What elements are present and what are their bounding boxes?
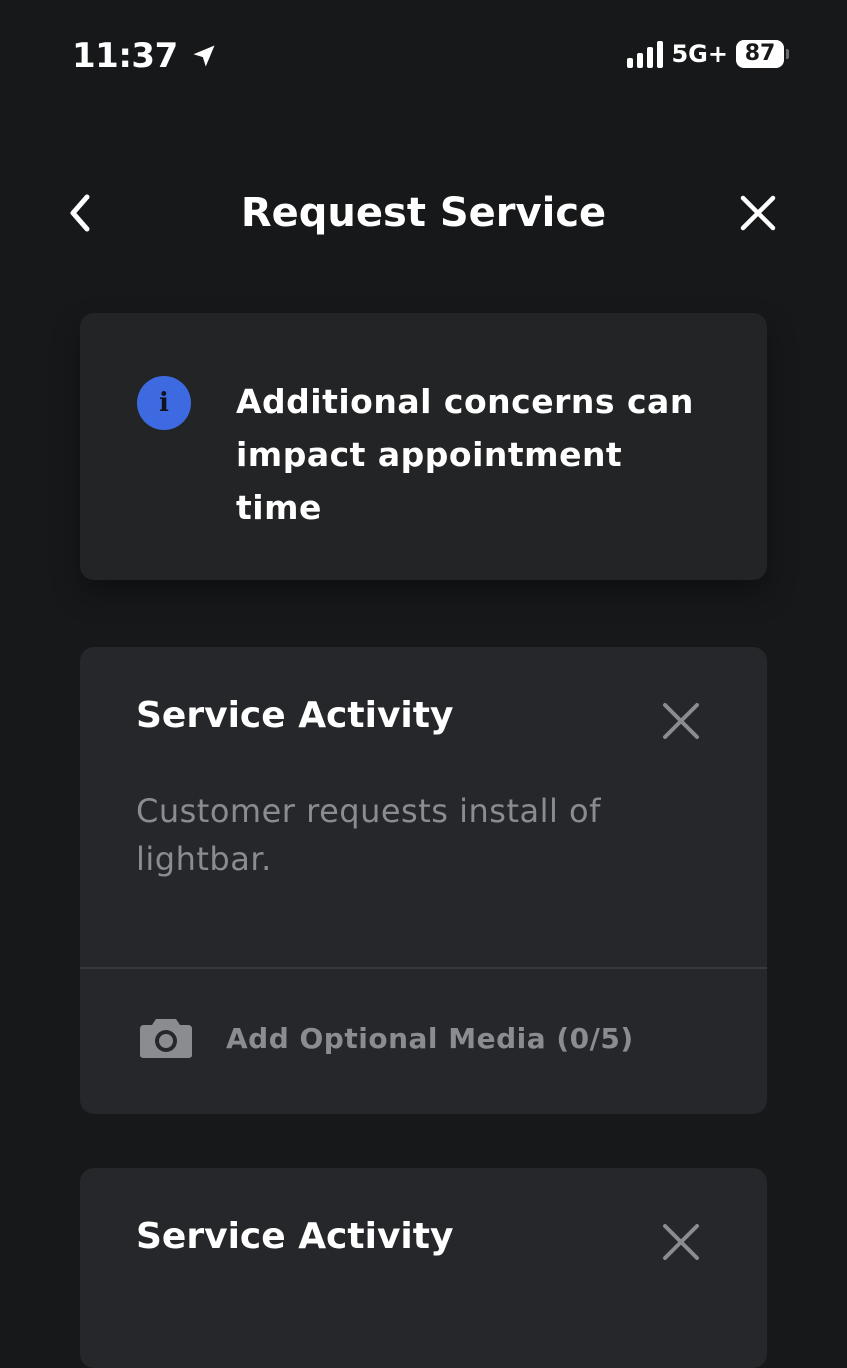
signal-icon — [627, 40, 664, 68]
network-type: 5G+ — [671, 40, 728, 68]
close-icon — [663, 703, 699, 739]
status-indicators: 5G+ 87 — [627, 40, 789, 68]
add-media-button[interactable]: Add Optional Media (0/5) — [138, 1017, 634, 1059]
status-bar: 11:37 5G+ 87 — [0, 0, 847, 110]
close-button[interactable] — [735, 190, 781, 236]
service-activity-description[interactable]: Customer requests install of lightbar. — [136, 787, 696, 883]
service-activity-title: Service Activity — [136, 695, 454, 736]
close-icon — [740, 195, 776, 231]
camera-icon — [140, 1019, 192, 1058]
info-card: i Additional concerns can impact appoint… — [80, 313, 767, 580]
info-message: Additional concerns can impact appointme… — [236, 375, 696, 534]
service-activity-card: Service Activity Customer requests insta… — [80, 647, 767, 1114]
battery-level: 87 — [736, 40, 784, 68]
info-message-line-1: Additional concerns can — [236, 382, 694, 421]
close-icon — [663, 1224, 699, 1260]
nav-header: Request Service — [0, 170, 847, 260]
remove-activity-button[interactable] — [659, 699, 703, 743]
service-activity-title: Service Activity — [136, 1216, 454, 1257]
service-activity-card: Service Activity — [80, 1168, 767, 1368]
info-icon: i — [137, 376, 191, 430]
info-message-line-2: impact appointment — [236, 435, 623, 474]
status-time: 11:37 — [72, 36, 178, 76]
remove-activity-button[interactable] — [659, 1220, 703, 1264]
battery-icon: 87 — [736, 40, 789, 68]
page-title: Request Service — [240, 190, 607, 236]
add-media-label: Add Optional Media (0/5) — [226, 1021, 634, 1055]
status-time-group: 11:37 — [72, 36, 218, 76]
divider — [80, 967, 767, 969]
location-arrow-icon — [193, 45, 215, 67]
info-message-line-3: time — [236, 488, 322, 527]
